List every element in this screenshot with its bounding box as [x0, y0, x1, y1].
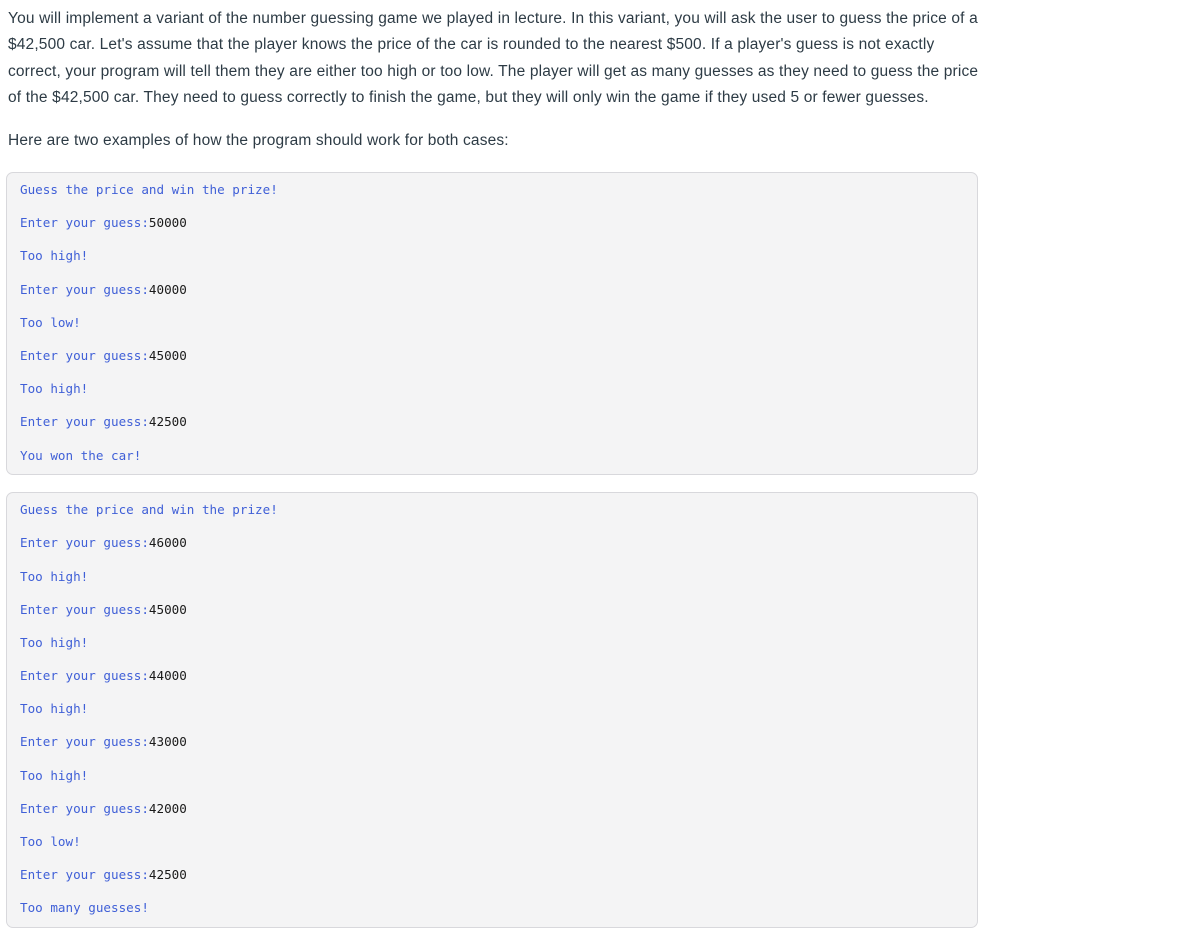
console-line: Enter your guess:45000	[20, 348, 965, 365]
program-output-text: Guess the price and win the prize!	[20, 182, 278, 198]
console-line: Too high!	[20, 248, 965, 265]
program-output-text: Too high!	[20, 701, 89, 717]
assignment-page: You will implement a variant of the numb…	[0, 0, 1200, 928]
program-output-text: Too high!	[20, 248, 89, 264]
program-output-text: Enter your guess:	[20, 215, 149, 231]
description-paragraph-2: Here are two examples of how the program…	[8, 131, 509, 149]
program-output-text: Enter your guess:	[20, 535, 149, 551]
console-line: Guess the price and win the prize!	[20, 182, 965, 199]
console-line: Enter your guess:45000	[20, 602, 965, 619]
program-output-text: Enter your guess:	[20, 668, 149, 684]
code-sample-winning-example: Guess the price and win the prize! Enter…	[6, 172, 978, 476]
console-line: Too many guesses!	[20, 900, 965, 917]
console-line: Enter your guess:44000	[20, 668, 965, 685]
console-line: Enter your guess:46000	[20, 535, 965, 552]
user-input-text: 45000	[148, 347, 187, 363]
console-line: Guess the price and win the prize!	[20, 502, 965, 519]
program-output-text: Enter your guess:	[20, 347, 149, 363]
user-input-text: 42500	[148, 867, 187, 883]
console-line: Enter your guess:42000	[20, 801, 965, 818]
console-line: Enter your guess:42500	[20, 414, 965, 431]
console-line: Enter your guess:43000	[20, 734, 965, 751]
console-line: Too high!	[20, 569, 965, 586]
program-output-text: Too many guesses!	[20, 900, 149, 916]
program-output-text: Too high!	[20, 568, 89, 584]
console-line: You won the car!	[20, 448, 965, 465]
console-line: Too high!	[20, 768, 965, 785]
user-input-text: 42000	[148, 800, 187, 816]
console-line: Enter your guess:50000	[20, 215, 965, 232]
description-paragraph-1: You will implement a variant of the numb…	[8, 10, 979, 107]
program-output-text: Too high!	[20, 381, 89, 397]
console-line: Enter your guess:40000	[20, 282, 965, 299]
program-output-text: Too high!	[20, 634, 89, 650]
console-line: Enter your guess:42500	[20, 867, 965, 884]
user-input-text: 44000	[148, 668, 187, 684]
program-output-text: You won the car!	[20, 447, 142, 463]
console-line: Too high!	[20, 701, 965, 718]
user-input-text: 50000	[148, 215, 187, 231]
program-output-text: Enter your guess:	[20, 601, 149, 617]
program-output-text: Too low!	[20, 314, 81, 330]
program-output-text: Too low!	[20, 834, 81, 849]
program-output-text: Enter your guess:	[20, 281, 149, 297]
program-output-text: Enter your guess:	[20, 800, 149, 816]
user-input-text: 43000	[148, 734, 187, 750]
assignment-description: You will implement a variant of the numb…	[0, 6, 1200, 154]
program-output-text: Enter your guess:	[20, 734, 149, 750]
console-line: Too high!	[20, 381, 965, 398]
console-line: Too low!	[20, 315, 965, 332]
user-input-text: 46000	[148, 535, 187, 551]
user-input-text: 42500	[148, 414, 187, 430]
program-output-text: Enter your guess:	[20, 867, 149, 883]
code-sample-losing-example: Guess the price and win the prize! Enter…	[6, 492, 978, 928]
user-input-text: 40000	[148, 281, 187, 297]
user-input-text: 45000	[148, 601, 187, 617]
program-output-text: Guess the price and win the prize!	[20, 502, 278, 518]
console-line: Too high!	[20, 635, 965, 652]
console-line: Too low!	[20, 834, 965, 851]
program-output-text: Too high!	[20, 767, 89, 783]
program-output-text: Enter your guess:	[20, 414, 149, 430]
